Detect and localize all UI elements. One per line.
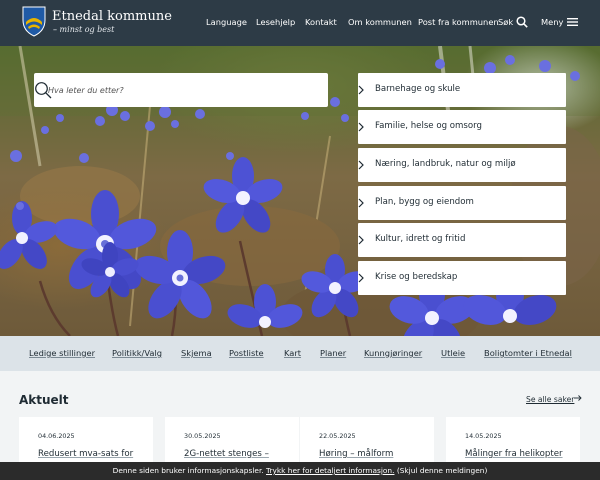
nav-post-fra-kommunen[interactable]: Post fra kommunen bbox=[418, 17, 499, 27]
category-label: Krise og beredskap bbox=[375, 272, 458, 282]
chevron-right-icon bbox=[358, 160, 364, 170]
quick-link-skjema[interactable]: Skjema bbox=[181, 348, 212, 358]
search-icon[interactable] bbox=[34, 81, 52, 99]
quick-link-kart[interactable]: Kart bbox=[284, 348, 301, 358]
search-input[interactable] bbox=[48, 73, 298, 107]
chevron-right-icon bbox=[358, 273, 364, 283]
category-label: Kultur, idrett og fritid bbox=[375, 234, 466, 244]
category-label: Næring, landbruk, natur og miljø bbox=[375, 159, 516, 169]
cookie-notice-bar: Denne siden bruker informasjonskapsler. … bbox=[0, 462, 600, 480]
site-search-box[interactable] bbox=[34, 73, 328, 107]
category-label: Plan, bygg og eiendom bbox=[375, 197, 474, 207]
cookie-dismiss-link[interactable]: (Skjul denne meldingen) bbox=[397, 466, 488, 475]
news-heading: Aktuelt bbox=[19, 393, 69, 407]
quick-link-politikk-valg[interactable]: Politikk/Valg bbox=[112, 348, 162, 358]
quick-links-bar: Ledige stillinger Politikk/Valg Skjema P… bbox=[0, 336, 600, 371]
quick-link-planer[interactable]: Planer bbox=[320, 348, 346, 358]
category-label: Barnehage og skule bbox=[375, 84, 461, 94]
quick-link-kunngjoringer[interactable]: Kunngjøringer bbox=[364, 348, 422, 358]
chevron-right-icon bbox=[358, 198, 364, 208]
chevron-right-icon bbox=[358, 122, 364, 132]
category-plan-bygg-og-eiendom[interactable]: Plan, bygg og eiendom bbox=[358, 186, 566, 220]
cookie-details-link[interactable]: Trykk her for detaljert informasjon. bbox=[266, 466, 394, 475]
search-toggle-label[interactable]: Søk bbox=[498, 17, 513, 27]
site-header: Etnedal kommune – minst og best Language… bbox=[0, 0, 600, 46]
category-naering-landbruk-natur-og-miljo[interactable]: Næring, landbruk, natur og miljø bbox=[358, 148, 566, 182]
category-krise-og-beredskap[interactable]: Krise og beredskap bbox=[358, 261, 566, 295]
news-date: 14.05.2025 bbox=[465, 432, 502, 440]
site-logo[interactable]: Etnedal kommune – minst og best bbox=[22, 6, 172, 37]
news-date: 22.05.2025 bbox=[319, 432, 356, 440]
chevron-right-icon bbox=[358, 85, 364, 95]
nav-lesehjelp[interactable]: Lesehjelp bbox=[256, 17, 295, 27]
news-title-link[interactable]: Høring – målform bbox=[319, 448, 429, 460]
category-barnehage-og-skule[interactable]: Barnehage og skule bbox=[358, 73, 566, 107]
nav-om-kommunen[interactable]: Om kommunen bbox=[348, 17, 412, 27]
hero-banner: Barnehage og skule Familie, helse og oms… bbox=[0, 46, 600, 336]
news-date: 04.06.2025 bbox=[38, 432, 75, 440]
hamburger-menu-icon[interactable] bbox=[567, 17, 578, 27]
nav-language[interactable]: Language bbox=[206, 17, 247, 27]
quick-link-postliste[interactable]: Postliste bbox=[229, 348, 264, 358]
category-familie-helse-og-omsorg[interactable]: Familie, helse og omsorg bbox=[358, 110, 566, 144]
site-name: Etnedal kommune bbox=[52, 8, 172, 24]
category-kultur-idrett-og-fritid[interactable]: Kultur, idrett og fritid bbox=[358, 223, 566, 257]
nav-kontakt[interactable]: Kontakt bbox=[305, 17, 337, 27]
see-all-news-link[interactable]: Se alle saker bbox=[526, 395, 574, 404]
news-title-link[interactable]: Målinger fra helikopter bbox=[465, 448, 575, 460]
quick-link-utleie[interactable]: Utleie bbox=[441, 348, 465, 358]
quick-link-boligtomter[interactable]: Boligtomter i Etnedal bbox=[484, 348, 572, 358]
news-date: 30.05.2025 bbox=[184, 432, 221, 440]
news-title-link[interactable]: 2G-nettet stenges – bbox=[184, 448, 294, 460]
site-slogan: – minst og best bbox=[53, 24, 115, 34]
category-label: Familie, helse og omsorg bbox=[375, 121, 482, 131]
quick-link-ledige-stillinger[interactable]: Ledige stillinger bbox=[29, 348, 95, 358]
coat-of-arms-icon bbox=[22, 6, 46, 37]
menu-toggle-label[interactable]: Meny bbox=[541, 17, 563, 27]
search-icon[interactable] bbox=[516, 16, 528, 28]
arrow-right-icon[interactable] bbox=[574, 394, 582, 402]
cookie-notice-text: Denne siden bruker informasjonskapsler. bbox=[112, 466, 264, 475]
chevron-right-icon bbox=[358, 235, 364, 245]
news-title-link[interactable]: Redusert mva-sats for bbox=[38, 448, 148, 460]
